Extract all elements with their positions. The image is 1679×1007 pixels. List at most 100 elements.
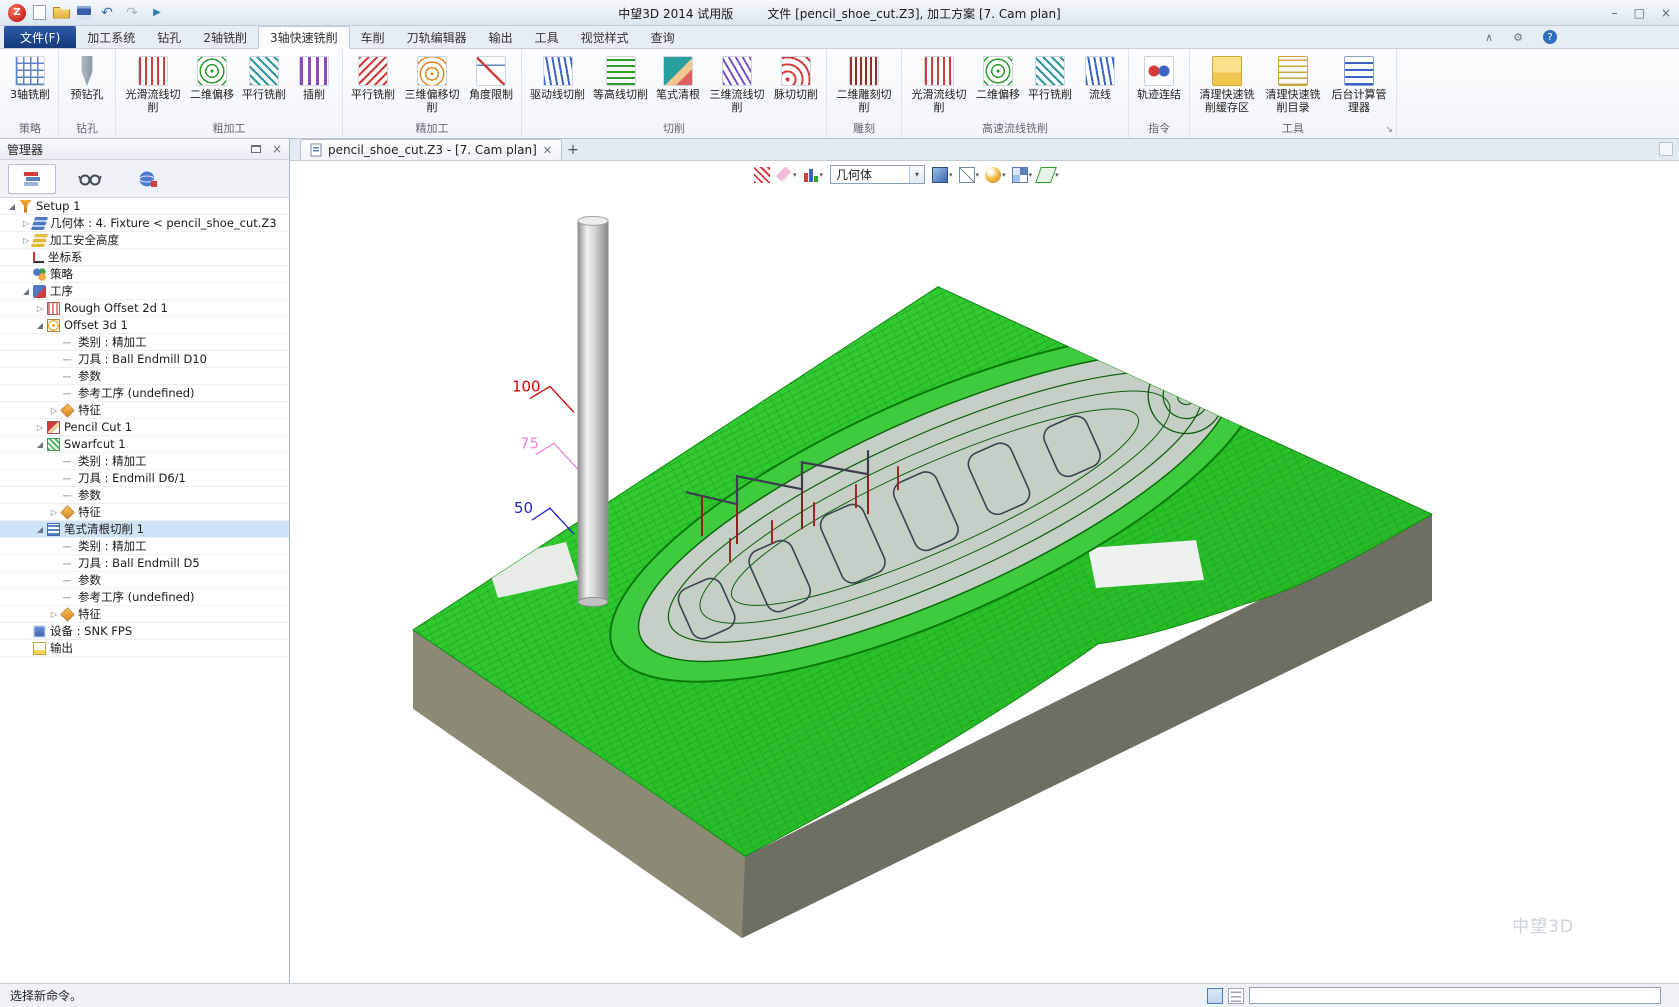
hsm-flowline-button[interactable]: 流线: [1077, 53, 1123, 105]
erase-toolpath-button[interactable]: ▾: [774, 164, 799, 185]
dropdown-arrow-icon[interactable]: ▾: [976, 171, 980, 179]
dropdown-arrow-icon[interactable]: ▾: [793, 171, 797, 179]
toolpath-link-button[interactable]: 轨迹连结: [1134, 53, 1184, 105]
hsm-parallel-button[interactable]: 平行铣削: [1025, 53, 1075, 105]
file-menu-button[interactable]: 文件(F): [4, 26, 76, 48]
minimize-icon[interactable]: –: [1612, 6, 1618, 20]
ribbon-tab-4[interactable]: 车削: [350, 26, 396, 48]
tree-row[interactable]: 刀具 : Endmill D6/1: [0, 470, 289, 487]
view-orientation-button[interactable]: ▾: [1010, 164, 1035, 185]
tree-row[interactable]: 参数: [0, 572, 289, 589]
dropdown-arrow-icon[interactable]: ▾: [1029, 171, 1033, 179]
tree-row[interactable]: ◢Offset 3d 1: [0, 317, 289, 334]
ribbon-tab-7[interactable]: 工具: [524, 26, 570, 48]
parallel-finish-button[interactable]: 平行铣削: [348, 53, 398, 105]
tab-list-icon[interactable]: [1659, 142, 1673, 156]
expand-arrow-icon[interactable]: ◢: [34, 321, 46, 330]
ribbon-tab-5[interactable]: 刀轨编辑器: [396, 26, 478, 48]
combo-arrow-icon[interactable]: ▾: [909, 166, 924, 183]
ribbon-tab-6[interactable]: 输出: [478, 26, 524, 48]
save-icon[interactable]: [77, 6, 91, 20]
zlevel-cut-button[interactable]: 等高线切削: [590, 53, 651, 105]
hsm-offset-2d-button[interactable]: 二维偏移: [973, 53, 1023, 105]
flowline-3d-cut-button[interactable]: 三维流线切削: [705, 53, 769, 117]
tree-row[interactable]: ▷几何体 : 4. Fixture < pencil_shoe_cut.Z3: [0, 215, 289, 232]
tree-row[interactable]: ▷Pencil Cut 1: [0, 419, 289, 436]
dropdown-arrow-icon[interactable]: ▾: [1055, 171, 1059, 179]
new-tab-icon[interactable]: +: [562, 139, 584, 160]
ribbon-tab-8[interactable]: 视觉样式: [570, 26, 640, 48]
expand-arrow-icon[interactable]: ◢: [34, 440, 46, 449]
dropdown-arrow-icon[interactable]: ▾: [1002, 171, 1006, 179]
help-icon[interactable]: ?: [1543, 30, 1557, 44]
expand-arrow-icon[interactable]: ◢: [34, 525, 46, 534]
hsm-smooth-flow-button[interactable]: 光滑流线切削: [907, 53, 971, 117]
pulse-cut-button[interactable]: 脉切切削: [771, 53, 821, 105]
command-history-icon[interactable]: [1228, 988, 1244, 1004]
undo-icon[interactable]: ↶: [98, 4, 116, 22]
input-mode-icon[interactable]: [1207, 988, 1223, 1004]
expand-arrow-icon[interactable]: ◢: [6, 202, 18, 211]
close-panel-icon[interactable]: ×: [272, 142, 282, 156]
engrave-2d-button[interactable]: 二维雕刻切削: [832, 53, 896, 117]
ribbon-tab-9[interactable]: 查询: [640, 26, 686, 48]
tree-row[interactable]: 参数: [0, 368, 289, 385]
pencil-cut-button[interactable]: 笔式清根: [653, 53, 703, 105]
background-calc-button[interactable]: 后台计算管理器: [1327, 53, 1391, 117]
tree-row[interactable]: 刀具 : Ball Endmill D10: [0, 351, 289, 368]
command-input[interactable]: [1249, 987, 1661, 1004]
app-logo-icon[interactable]: Z: [8, 4, 26, 22]
regen-toolpath-button[interactable]: [752, 164, 772, 185]
expand-arrow-icon[interactable]: ▷: [48, 508, 60, 517]
smooth-flow-cut-button[interactable]: 光滑流线切削: [121, 53, 185, 117]
clean-cache-button[interactable]: 清理快速铣削缓存区: [1195, 53, 1259, 117]
expand-arrow-icon[interactable]: ◢: [20, 287, 32, 296]
3axis-mill-button[interactable]: 3轴铣削: [7, 53, 53, 105]
offset-2d-button[interactable]: 二维偏移: [187, 53, 237, 105]
display-stats-button[interactable]: ▾: [801, 164, 826, 185]
angle-limit-button[interactable]: 角度限制: [466, 53, 516, 105]
pre-drill-button[interactable]: 预钻孔: [64, 53, 110, 105]
wireframe-display-button[interactable]: ▾: [957, 164, 982, 185]
tree-row[interactable]: ▷Rough Offset 2d 1: [0, 300, 289, 317]
tree-row[interactable]: 类别 : 精加工: [0, 334, 289, 351]
close-tab-icon[interactable]: ✕: [543, 144, 552, 157]
viewport-3d-view[interactable]: 100 75 50: [290, 161, 1679, 983]
tree-row[interactable]: 策略: [0, 266, 289, 283]
expand-arrow-icon[interactable]: ▷: [34, 304, 46, 313]
redo-icon[interactable]: ↷: [123, 4, 141, 22]
maximize-icon[interactable]: □: [1634, 6, 1645, 20]
collapse-ribbon-icon[interactable]: ∧: [1485, 31, 1493, 44]
drive-curve-cut-button[interactable]: 驱动线切削: [527, 53, 588, 105]
tree-row[interactable]: 参考工序 (undefined): [0, 589, 289, 606]
ribbon-tab-2[interactable]: 2轴铣削: [192, 26, 258, 48]
expand-arrow-icon[interactable]: ▷: [20, 219, 32, 228]
appearance-button[interactable]: ▾: [983, 164, 1008, 185]
cam-manager-tab[interactable]: [8, 164, 56, 194]
offset-3d-cut-button[interactable]: 三维偏移切削: [400, 53, 464, 117]
dropdown-arrow-icon[interactable]: ▾: [820, 171, 824, 179]
ribbon-tab-3[interactable]: 3轴快速铣削: [258, 26, 350, 49]
tree-row[interactable]: 类别 : 精加工: [0, 538, 289, 555]
new-file-icon[interactable]: [33, 5, 46, 20]
expand-arrow-icon[interactable]: ▷: [48, 610, 60, 619]
tree-row[interactable]: ◢工序: [0, 283, 289, 300]
document-tab[interactable]: pencil_shoe_cut.Z3 - [7. Cam plan] ✕: [300, 139, 562, 160]
pin-panel-icon[interactable]: [251, 145, 261, 153]
tree-row[interactable]: ▷特征: [0, 504, 289, 521]
dropdown-arrow-icon[interactable]: ▾: [949, 171, 953, 179]
tree-row[interactable]: 刀具 : Ball Endmill D5: [0, 555, 289, 572]
tree-row[interactable]: 类别 : 精加工: [0, 453, 289, 470]
expand-arrow-icon[interactable]: ▷: [20, 236, 32, 245]
tree-row[interactable]: 坐标系: [0, 249, 289, 266]
parallel-mill-button[interactable]: 平行铣削: [239, 53, 289, 105]
open-file-icon[interactable]: [53, 7, 70, 19]
shaded-display-button[interactable]: ▾: [930, 164, 955, 185]
tree-row[interactable]: ◢Swarfcut 1: [0, 436, 289, 453]
geometry-display-combo[interactable]: 几何体▾: [830, 165, 925, 184]
verify-manager-tab[interactable]: [124, 164, 172, 194]
tree-row[interactable]: 参数: [0, 487, 289, 504]
tree-row[interactable]: ▷加工安全高度: [0, 232, 289, 249]
tree-row[interactable]: ▷特征: [0, 402, 289, 419]
expand-arrow-icon[interactable]: ▷: [48, 406, 60, 415]
